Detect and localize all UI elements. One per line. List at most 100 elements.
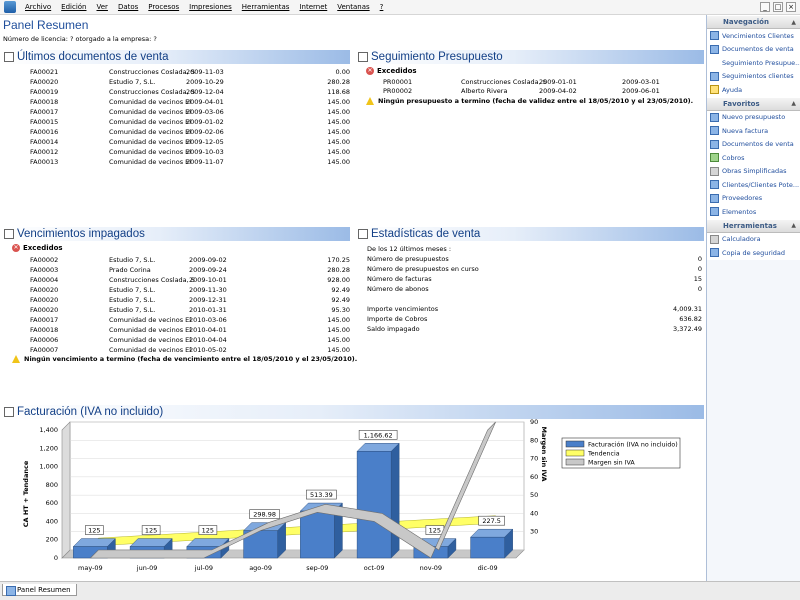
menu-edicion[interactable]: Edición	[56, 3, 91, 11]
table-row[interactable]: FA00004 Construcciones Coslada, S 2009-10-…	[30, 276, 350, 286]
doc-amount: 280.28	[327, 78, 350, 86]
chevron-up-icon[interactable]: ▲	[791, 100, 796, 107]
table-row[interactable]: FA00014 Comunidad de vecinos El 2009-12-05…	[30, 138, 350, 148]
bar-side	[390, 442, 400, 559]
legend-label: Tendencia	[587, 451, 620, 458]
table-row[interactable]: FA00019 Construcciones Coslada, S 2009-12-…	[30, 88, 350, 98]
due-date: 2010-03-06	[189, 316, 227, 324]
table-row[interactable]: FA00017 Comunidad de vecinos El 2010-03-06…	[30, 316, 350, 326]
sidebar-item-label: Ayuda	[722, 85, 743, 94]
due-date: 2009-12-31	[189, 296, 227, 304]
table-row[interactable]: FA00002 Estudio 7, S.L. 2009-09-02 170.25	[30, 256, 350, 266]
menu-herramientas[interactable]: Herramientas	[237, 3, 295, 11]
table-row[interactable]: FA00016 Comunidad de vecinos El 2009-02-06…	[30, 128, 350, 138]
chevron-up-icon[interactable]: ▲	[791, 19, 796, 26]
data-label: 298.98	[253, 511, 276, 519]
sidebar-item-navegacion[interactable]: Vencimientos Clientes	[707, 29, 800, 43]
sidebar-header-herramientas[interactable]: Herramientas ▲	[707, 218, 800, 233]
legend-swatch	[565, 440, 585, 448]
sidebar-item-favoritos[interactable]: Clientes/Clientes Pote...	[707, 178, 800, 192]
doc-amount: 118.68	[327, 88, 350, 96]
due-date: 2010-04-04	[189, 336, 227, 344]
sidebar-item-favoritos[interactable]: Documentos de venta	[707, 138, 800, 152]
budget-exceeded-label: Excedidos	[377, 67, 417, 75]
y-tick-label: 0	[54, 554, 58, 562]
sidebar-item-favoritos[interactable]: Obras Simplificadas	[707, 165, 800, 179]
sidebar-item-navegacion[interactable]: Ayuda	[707, 83, 800, 97]
menu-internet[interactable]: Internet	[294, 3, 332, 11]
legend-label: Margen sin IVA	[588, 460, 635, 467]
doc-amount: 145.00	[327, 138, 350, 146]
due-amount: 95.30	[331, 306, 350, 314]
sidebar-item-herramientas[interactable]: Copia de seguridad	[707, 246, 800, 260]
doc-number: FA00002	[30, 256, 59, 264]
menu-ver[interactable]: Ver	[92, 3, 113, 11]
data-label: 125	[202, 527, 214, 535]
y-tick-label: 1,000	[39, 463, 58, 471]
menu-help[interactable]: ?	[375, 3, 389, 11]
table-row[interactable]: FA00020 Estudio 7, S.L. 2010-01-31 95.30	[30, 306, 350, 316]
sidebar-item-label: Nueva factura	[722, 126, 769, 135]
client-name: Comunidad de vecinos El	[109, 138, 192, 146]
menu-datos[interactable]: Datos	[113, 3, 143, 11]
due-amount: 145.00	[327, 316, 350, 324]
warning-icon	[366, 97, 374, 105]
menu-ventanas[interactable]: Ventanas	[332, 3, 374, 11]
close-icon[interactable]: ×	[786, 2, 796, 12]
doc-number: FA00021	[30, 68, 59, 76]
table-row[interactable]: FA00017 Comunidad de vecinos El 2009-03-06…	[30, 108, 350, 118]
sidebar-item-navegacion[interactable]: Seguimiento Presupue...	[707, 56, 800, 70]
sidebar-item-herramientas[interactable]: Calculadora	[707, 233, 800, 247]
sidebar-item-navegacion[interactable]: Documentos de venta	[707, 43, 800, 57]
table-row[interactable]: FA00003 Prado Corina 2009-09-24 280.28	[30, 266, 350, 276]
client-name: Comunidad de vecinos El	[109, 316, 192, 324]
client-name: Comunidad de vecinos El	[109, 158, 192, 166]
validity-date: 2009-03-01	[622, 78, 660, 86]
data-label: 125	[145, 527, 157, 535]
y-tick-label: 800	[46, 481, 58, 489]
sidebar-item-favoritos[interactable]: Nueva factura	[707, 124, 800, 138]
unpaid-warning-text: Ningún vencimiento a termino (fecha de v…	[24, 355, 358, 363]
sidebar-item-label: Calculadora	[722, 235, 761, 244]
table-row[interactable]: PR00002 Alberto Rivera 2009-04-02 2009-06-0…	[383, 87, 683, 97]
client-name: Estudio 7, S.L.	[109, 286, 156, 294]
table-row[interactable]: FA00020 Estudio 7, S.L. 2009-12-31 92.49	[30, 296, 350, 306]
y-tick-label: 200	[46, 536, 58, 544]
table-row[interactable]: FA00015 Comunidad de vecinos El 2009-01-02…	[30, 118, 350, 128]
stat-label: Número de presupuestos	[367, 255, 449, 263]
table-row[interactable]: FA00018 Comunidad de vecinos El 2010-04-01…	[30, 326, 350, 336]
table-row[interactable]: FA00020 Estudio 7, S.L. 2009-11-30 92.49	[30, 286, 350, 296]
data-label: 1,166.62	[364, 431, 393, 439]
doc-number: FA00003	[30, 266, 59, 274]
table-row[interactable]: FA00012 Comunidad de vecinos El 2009-10-03…	[30, 148, 350, 158]
menu-impresiones[interactable]: Impresiones	[184, 3, 237, 11]
chevron-up-icon[interactable]: ▲	[791, 222, 796, 229]
doc-date: 2009-01-01	[539, 78, 577, 86]
sidebar-item-favoritos[interactable]: Proveedores	[707, 192, 800, 206]
sidebar-item-favoritos[interactable]: Elementos	[707, 205, 800, 219]
sidebar-item-favoritos[interactable]: Cobros	[707, 151, 800, 165]
doc-date: 2009-04-01	[186, 98, 224, 106]
doc-number: FA00017	[30, 108, 59, 116]
client-name: Alberto Rivera	[461, 87, 508, 95]
sidebar-item-favoritos[interactable]: Nuevo presupuesto	[707, 111, 800, 125]
sidebar-item-navegacion[interactable]: Seguimientos clientes	[707, 70, 800, 84]
menu-procesos[interactable]: Procesos	[143, 3, 184, 11]
sidebar-item-label: Cobros	[722, 153, 745, 162]
tab-panel-resumen[interactable]: Panel Resumen	[2, 584, 77, 596]
table-row[interactable]: FA00021 Construcciones Coslada, S 2009-11-…	[30, 68, 350, 78]
document-icon	[4, 52, 14, 62]
table-row[interactable]: FA00006 Comunidad de vecinos El 2010-04-04…	[30, 336, 350, 346]
table-row[interactable]: FA00013 Comunidad de vecinos El 2009-11-07…	[30, 158, 350, 168]
invoice-icon	[710, 126, 719, 136]
minimize-icon[interactable]: _	[760, 2, 770, 12]
table-row[interactable]: FA00018 Comunidad de vecinos El 2009-04-01…	[30, 98, 350, 108]
menu-archivo[interactable]: Archivo	[20, 3, 56, 11]
table-row[interactable]: FA00020 Estudio 7, S.L. 2009-10-29 280.28	[30, 78, 350, 88]
sidebar-header-favoritos[interactable]: Favoritos ▲	[707, 96, 800, 111]
document-icon	[710, 44, 719, 54]
restore-icon[interactable]: □	[773, 2, 783, 12]
legend-swatch	[565, 449, 585, 457]
sidebar-header-navegacion[interactable]: Navegación ▲	[707, 15, 800, 29]
x-tick-label: jul-09	[194, 564, 213, 572]
